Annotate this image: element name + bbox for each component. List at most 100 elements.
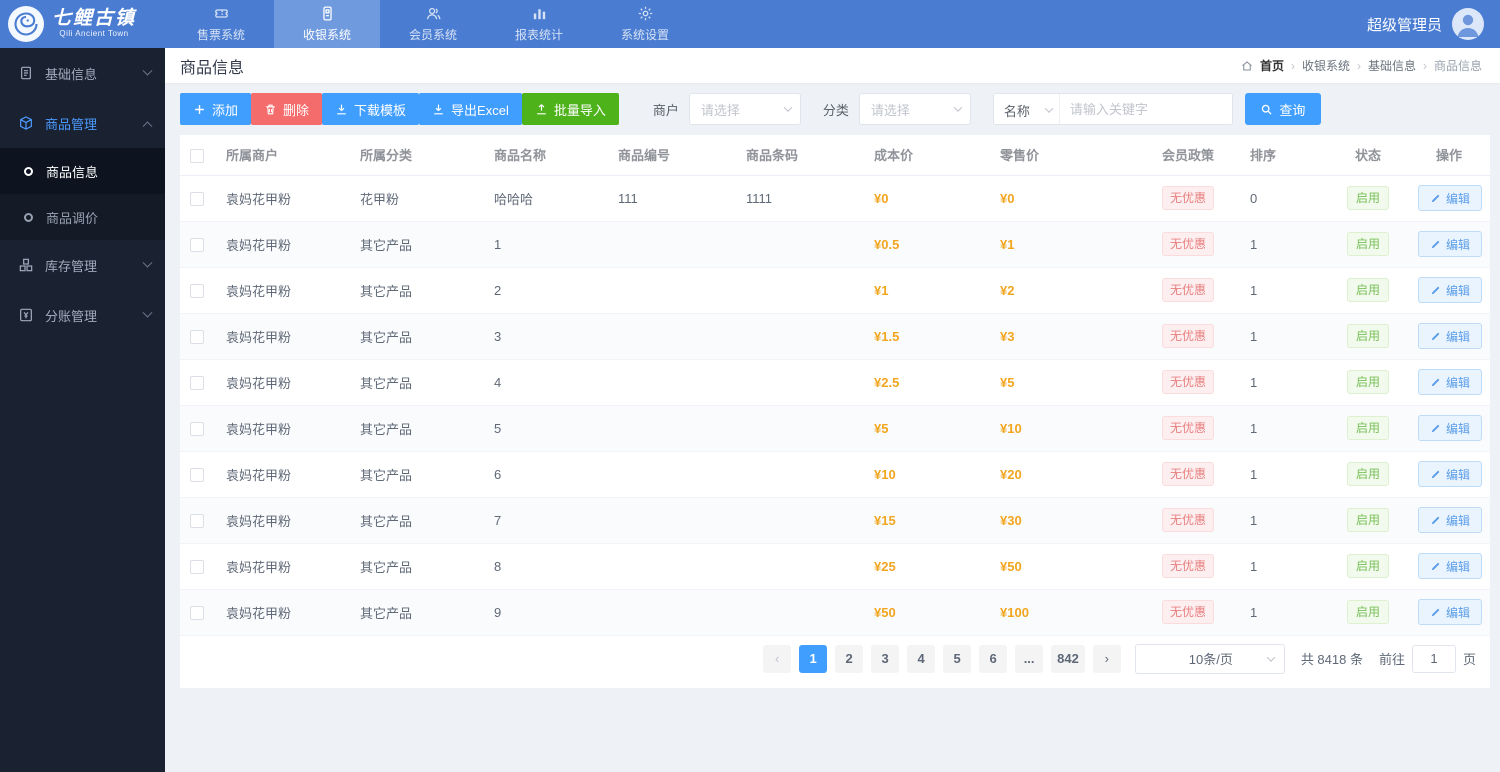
nav-item-1[interactable]: 售票系统 (168, 0, 274, 48)
row-checkbox[interactable] (190, 237, 204, 252)
status-badge: 启用 (1346, 324, 1389, 348)
user-name: 超级管理员 (1366, 16, 1442, 34)
row-checkbox[interactable] (190, 329, 204, 344)
edit-button[interactable]: 编辑 (1418, 277, 1483, 303)
breadcrumb-item-2[interactable]: 收银系统 (1302, 57, 1350, 74)
edit-button[interactable]: 编辑 (1418, 323, 1483, 349)
cell-product-name: 3 (484, 313, 608, 360)
row-checkbox[interactable] (190, 513, 204, 528)
breadcrumb-item-1[interactable]: 首页 (1260, 57, 1284, 74)
inventory-icon (18, 257, 34, 273)
cell-barcode (736, 267, 864, 314)
edit-button[interactable]: 编辑 (1418, 231, 1483, 257)
category-select[interactable]: 请选择 (858, 93, 971, 125)
search-field-select[interactable]: 名称 (993, 94, 1060, 124)
edit-button[interactable]: 编辑 (1418, 185, 1483, 211)
status-badge: 启用 (1346, 370, 1389, 394)
page-button-4[interactable]: 4 (907, 644, 936, 673)
edit-button[interactable]: 编辑 (1418, 461, 1483, 487)
goto-page-input[interactable] (1411, 644, 1456, 673)
cell-retail-price: ¥1 (990, 221, 1136, 268)
edit-button[interactable]: 编辑 (1418, 553, 1483, 579)
user-avatar-icon[interactable] (1452, 8, 1484, 40)
row-checkbox[interactable] (190, 559, 204, 574)
keyword-search-group: 名称 (992, 93, 1233, 125)
sidebar-item-4[interactable]: 分账管理 (0, 290, 165, 340)
add-button[interactable]: 添加 (180, 93, 252, 125)
cell-product-code (608, 589, 736, 636)
ticket-icon (213, 5, 230, 22)
download-template-button[interactable]: 下载模板 (322, 93, 420, 125)
nav-item-2[interactable]: 收银系统 (274, 0, 380, 48)
chevron-down-icon (953, 103, 963, 112)
cell-category: 其它产品 (350, 497, 484, 544)
column-header: 排序 (1240, 135, 1328, 176)
cell-category: 其它产品 (350, 405, 484, 452)
table-row: 袁妈花甲粉 其它产品 2 ¥1 ¥2 无优惠 1 启用 编辑 (180, 267, 1490, 314)
row-checkbox[interactable] (190, 375, 204, 390)
page-ellipsis: ... (1015, 644, 1044, 673)
row-checkbox[interactable] (190, 605, 204, 620)
pos-icon (319, 5, 336, 22)
row-checkbox[interactable] (190, 421, 204, 436)
chevron-up-icon (142, 120, 153, 131)
cell-category: 其它产品 (350, 313, 484, 360)
sidebar-item-3[interactable]: 库存管理 (0, 240, 165, 290)
sidebar-item-label: 分账管理 (45, 308, 98, 324)
search-button[interactable]: 查询 (1244, 93, 1321, 125)
sidebar-subitem-1[interactable]: 商品信息 (0, 148, 165, 194)
page-button-2[interactable]: 2 (835, 644, 864, 673)
chevron-down-icon (142, 257, 153, 268)
table-row: 袁妈花甲粉 花甲粉 哈哈哈 111 1111 ¥0 ¥0 无优惠 0 启用 编辑 (180, 175, 1490, 222)
cell-product-code (608, 313, 736, 360)
column-header: 商品条码 (736, 135, 864, 176)
edit-button[interactable]: 编辑 (1418, 369, 1483, 395)
page-button-842[interactable]: 842 (1051, 644, 1085, 673)
sidebar-subitem-2[interactable]: 商品调价 (0, 194, 165, 240)
cell-sort: 1 (1240, 543, 1328, 590)
keyword-input[interactable] (1059, 94, 1232, 124)
prev-page-button[interactable]: ‹ (763, 644, 792, 673)
sidebar-subitem-label: 商品调价 (46, 210, 99, 226)
member-policy-badge: 无优惠 (1161, 232, 1214, 256)
search-icon (1262, 104, 1272, 115)
page-button-5[interactable]: 5 (943, 644, 972, 673)
row-checkbox[interactable] (190, 191, 204, 206)
product-table: 所属商户 所属分类 商品名称 商品编号 商品条码 成本价 零售价 会员政策 排序 状态 操作 袁妈花… (180, 135, 1490, 636)
edit-button[interactable]: 编辑 (1418, 507, 1483, 533)
status-badge: 启用 (1346, 416, 1389, 440)
row-checkbox[interactable] (190, 467, 204, 482)
page-button-6[interactable]: 6 (979, 644, 1008, 673)
cell-barcode: 1111 (736, 175, 864, 222)
pagination: ‹ 123456...842 › 10条/页 共 8418 条 前往 页 (180, 635, 1490, 688)
breadcrumb-item-4: 商品信息 (1433, 59, 1482, 73)
sidebar-item-2[interactable]: 商品管理 (0, 98, 165, 148)
batch-import-button[interactable]: 批量导入 (521, 93, 619, 125)
column-header: 会员政策 (1136, 135, 1240, 176)
breadcrumb-item-3[interactable]: 基础信息 (1368, 57, 1416, 74)
next-page-button[interactable]: › (1092, 644, 1121, 673)
cell-retail-price: ¥2 (990, 267, 1136, 314)
page-button-3[interactable]: 3 (871, 644, 900, 673)
table-header-row: 所属商户 所属分类 商品名称 商品编号 商品条码 成本价 零售价 会员政策 排序 状态 操作 (180, 135, 1490, 176)
page-button-1[interactable]: 1 (799, 644, 828, 673)
nav-label: 收银系统 (302, 28, 351, 42)
page-size-select[interactable]: 10条/页 (1134, 643, 1285, 674)
nav-item-4[interactable]: 报表统计 (486, 0, 592, 48)
sidebar-item-1[interactable]: 基础信息 (0, 48, 165, 98)
goto-suffix: 页 (1462, 652, 1476, 667)
edit-button[interactable]: 编辑 (1418, 415, 1483, 441)
row-checkbox[interactable] (190, 283, 204, 298)
nav-label: 会员系统 (408, 28, 457, 42)
delete-button[interactable]: 删除 (251, 93, 323, 125)
chevron-down-icon (142, 65, 153, 76)
select-all-checkbox[interactable] (190, 148, 204, 163)
cell-cost-price: ¥50 (864, 589, 990, 636)
nav-item-5[interactable]: 系统设置 (592, 0, 698, 48)
merchant-select[interactable]: 请选择 (688, 93, 801, 125)
cell-cost-price: ¥1.5 (864, 313, 990, 360)
edit-button[interactable]: 编辑 (1418, 599, 1483, 625)
nav-item-3[interactable]: 会员系统 (380, 0, 486, 48)
export-excel-button[interactable]: 导出Excel (419, 93, 522, 125)
pencil-icon (1430, 331, 1441, 342)
